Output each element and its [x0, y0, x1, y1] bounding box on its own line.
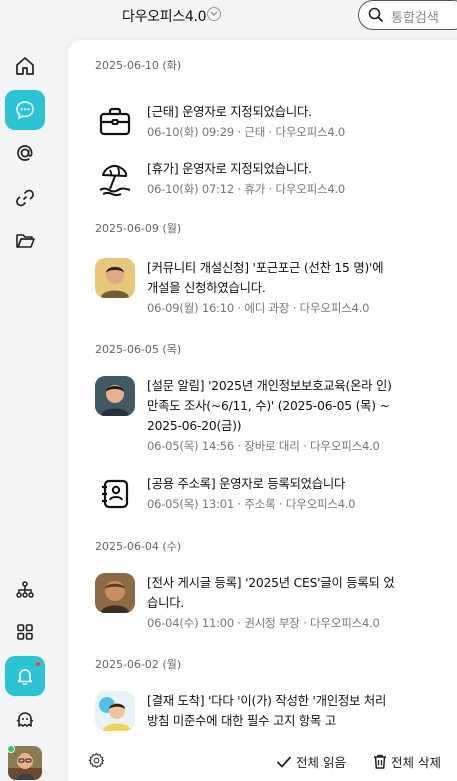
- gear-icon[interactable]: [88, 752, 105, 773]
- delete-all-button[interactable]: 전체 삭제: [373, 752, 441, 771]
- delete-all-label: 전체 삭제: [391, 755, 441, 770]
- mark-all-read-button[interactable]: 전체 읽음: [276, 752, 346, 771]
- avatar: [95, 691, 135, 731]
- avatar: [95, 376, 135, 416]
- notification-badge: [35, 661, 41, 667]
- notification-text: [커뮤니티 개설신청] '포근포근 (선찬 15 명)'에 개설을 신청하였습니…: [147, 261, 384, 295]
- folder-icon: [16, 234, 35, 248]
- notification-text: [전사 게시글 등록] '2025년 CES'글이 등록되 었습니다.: [147, 576, 395, 610]
- checkmark-icon: [276, 755, 292, 768]
- sidebar-item-notifications[interactable]: [5, 656, 45, 696]
- sidebar-item-ghost[interactable]: [5, 700, 45, 740]
- online-status-dot: [7, 745, 15, 753]
- notification-text: [결재 도착] '다다 '이(가) 작성한 '개인정보 처리방침 미준수에 대한…: [147, 694, 387, 728]
- org-chart-icon: [16, 581, 34, 598]
- sidebar-item-link[interactable]: [5, 178, 45, 218]
- bottom-action-bar: 전체 읽음 전체 삭제: [68, 742, 457, 781]
- notification-meta: 06-04(수) 11:00 · 권시정 부장 · 다우오피스4.0: [147, 616, 380, 630]
- date-header: 2025-06-02 (월): [95, 658, 182, 671]
- date-header: 2025-06-05 (목): [95, 343, 182, 356]
- sidebar-item-mention[interactable]: [5, 133, 45, 173]
- briefcase-icon: [95, 102, 135, 142]
- notification-meta: 06-05(목) 14:56 · 장바로 대리 · 다우오피스4.0: [147, 439, 380, 453]
- trash-icon: [374, 754, 386, 769]
- search-box[interactable]: 통합검색: [358, 0, 457, 30]
- ghost-icon: [16, 712, 34, 727]
- notification-text: [공용 주소록] 운영자로 등록되었습니다: [147, 477, 346, 491]
- notification-meta: 06-10(화) 07:12 · 휴가 · 다우오피스4.0: [147, 182, 346, 196]
- chat-icon: [16, 101, 34, 120]
- notification-text: [휴가] 운영자로 지정되었습니다.: [147, 162, 312, 176]
- notification-meta: 06-09(월) 16:10 · 에디 과장 · 다우오피스4.0: [147, 301, 370, 315]
- chevron-down-icon[interactable]: [207, 7, 221, 21]
- avatar: [95, 573, 135, 613]
- search-icon: [368, 7, 384, 27]
- mark-all-read-label: 전체 읽음: [296, 755, 346, 770]
- apps-grid-icon: [17, 624, 33, 640]
- date-header: 2025-06-04 (수): [95, 540, 182, 553]
- beach-umbrella-icon: [95, 159, 135, 199]
- notification-text: [근태] 운영자로 지정되었습니다.: [147, 105, 312, 119]
- top-bar: 다우오피스4.0 통합검색: [0, 0, 457, 32]
- notification-meta: 06-05(목) 13:01 · 주소록 · 다우오피스4.0: [147, 497, 356, 511]
- sidebar-item-apps[interactable]: [5, 612, 45, 652]
- notification-panel: 2025-06-10 (화) [근태] 운영자로 지정되었습니다. 06-10(…: [68, 40, 457, 781]
- notification-meta: 06-10(화) 09:29 · 근태 · 다우오피스4.0: [147, 125, 346, 139]
- home-icon: [16, 57, 34, 75]
- link-icon: [16, 189, 34, 207]
- sidebar-item-home[interactable]: [5, 46, 45, 86]
- mention-icon: [17, 145, 33, 161]
- date-header: 2025-06-10 (화): [95, 59, 182, 72]
- bell-icon: [17, 669, 33, 686]
- app-title[interactable]: 다우오피스4.0: [122, 6, 207, 26]
- sidebar-item-chat[interactable]: [5, 90, 45, 130]
- sidebar: [0, 40, 50, 781]
- address-book-icon: [95, 474, 135, 514]
- sidebar-item-folder[interactable]: [5, 221, 45, 261]
- date-header: 2025-06-09 (월): [95, 222, 182, 235]
- avatar: [95, 258, 135, 298]
- search-placeholder: 통합검색: [391, 11, 439, 26]
- notification-text: [설문 알림] '2025년 개인정보보호교육(온라 인) 만족도 조사(~6/…: [147, 379, 392, 433]
- sidebar-item-org-chart[interactable]: [5, 570, 45, 610]
